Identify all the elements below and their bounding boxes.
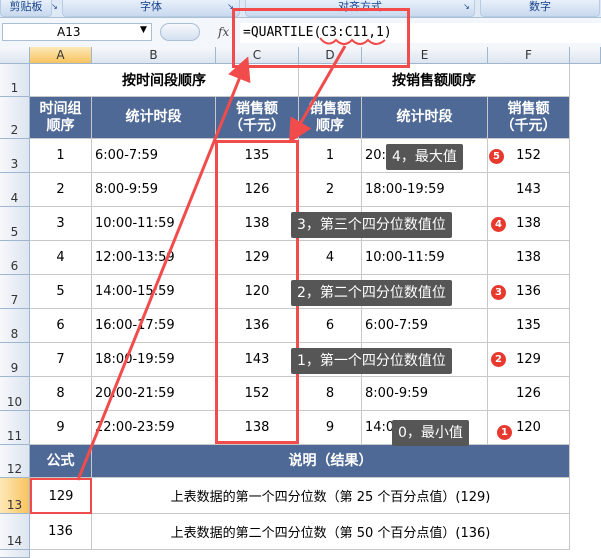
annotation-arrows — [76, 37, 386, 481]
underline-range-mark — [319, 37, 386, 45]
callout-min: 0，最小值 — [392, 420, 469, 446]
badge-2: 2 — [491, 352, 506, 367]
callout-q2: 2，第二个四分位数值位 — [291, 280, 452, 306]
callout-max: 4，最大值 — [386, 144, 463, 170]
callout-q1: 1，第一个四分位数值位 — [291, 348, 452, 374]
arrow-to-range — [289, 45, 347, 144]
badge-5: 5 — [489, 149, 504, 164]
callout-q3: 3，第三个四分位数值位 — [291, 212, 452, 238]
badge-1: 1 — [497, 425, 512, 440]
arrow-to-formula — [76, 56, 251, 481]
badge-4: 4 — [491, 217, 506, 232]
badge-3: 3 — [491, 285, 506, 300]
